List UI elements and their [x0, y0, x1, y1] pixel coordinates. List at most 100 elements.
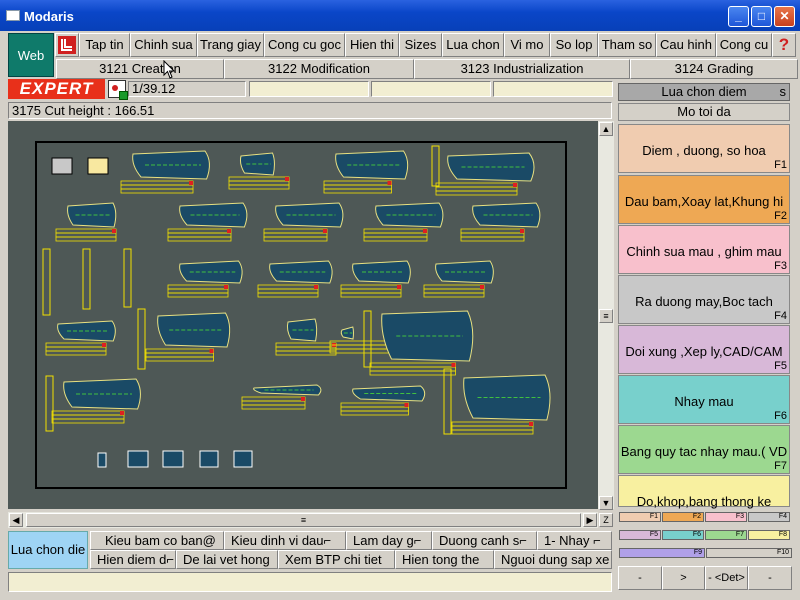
fkey-shortcut: F4 [774, 310, 787, 322]
mini-key-f9[interactable]: F9 [619, 548, 705, 558]
nav-button-2[interactable]: - <Det> [705, 566, 748, 590]
piece-label-box [167, 236, 232, 242]
horizontal-scrollbar[interactable]: ◀ ≡ ▶ [8, 512, 598, 528]
menu-item-7[interactable]: Vi mo [504, 33, 550, 57]
lectra-logo-icon[interactable] [55, 33, 79, 57]
tab-grading[interactable]: 3124 Grading [630, 59, 798, 79]
scroll-thumb-h[interactable]: ≡ [26, 513, 581, 527]
web-button[interactable]: Web [8, 33, 54, 77]
small-pattern-piece[interactable] [97, 452, 107, 468]
small-pattern-piece[interactable] [162, 450, 184, 468]
menu-item-6[interactable]: Lua chon [442, 33, 504, 57]
option-row1-1[interactable]: Kieu dinh vi dau⌐ [224, 531, 346, 550]
small-pattern-piece[interactable] [199, 450, 219, 468]
piece-label-box [120, 188, 194, 194]
sheet-info-icon[interactable] [51, 157, 73, 175]
option-row2-4[interactable]: Nguoi dung sap xe [494, 550, 612, 569]
option-row1-0[interactable]: Kieu bam co ban@ [90, 531, 224, 550]
close-button[interactable]: ✕ [774, 6, 795, 27]
menu-item-10[interactable]: Cau hinh [656, 33, 716, 57]
nav-button-3[interactable]: - [748, 566, 792, 590]
scroll-down-button[interactable]: ▼ [599, 496, 613, 510]
sheet-info-icon[interactable] [87, 157, 109, 175]
piece-label-box [51, 414, 125, 420]
nav-button-1[interactable]: > [662, 566, 705, 590]
menu-item-8[interactable]: So lop [550, 33, 598, 57]
piece-label-box [275, 350, 337, 356]
new-sheet-icon[interactable] [108, 80, 128, 100]
piece-label-box [167, 288, 229, 294]
option-row2-3[interactable]: Hien tong the [395, 550, 494, 569]
piece-label-box [55, 236, 117, 242]
option-row2-0[interactable]: Hien diem d⌐ [90, 550, 176, 569]
fkey-shortcut: F7 [774, 460, 787, 472]
fkey-button-f1[interactable]: Diem , duong, so hoa F1 [618, 124, 790, 173]
maximize-button[interactable]: □ [751, 6, 772, 27]
pattern-piece[interactable] [253, 384, 322, 396]
pattern-piece[interactable] [375, 202, 444, 228]
point-select-mode[interactable]: Lua chon die [8, 531, 88, 569]
window-title: Modaris [24, 9, 74, 24]
menu-item-0[interactable]: Tap tin [79, 33, 130, 57]
piece-marker [480, 285, 484, 289]
pattern-piece[interactable] [179, 202, 248, 228]
fkey-button-f4[interactable]: Ra duong may,Boc tach F4 [618, 275, 790, 324]
scroll-thumb-v[interactable]: ≡ [599, 309, 613, 323]
mini-key-f10[interactable]: F10 [706, 548, 792, 558]
fkey-shortcut: F5 [774, 360, 787, 372]
pattern-piece[interactable] [447, 152, 535, 182]
pattern-piece[interactable] [472, 202, 541, 228]
option-row1-2[interactable]: Lam day g⌐ [346, 531, 432, 550]
fkey-button-f5[interactable]: Doi xung ,Xep ly,CAD/CAM F5 [618, 325, 790, 374]
option-row2-2[interactable]: Xem BTP chi tiet [278, 550, 395, 569]
vertical-scrollbar[interactable]: ▲ ≡ ▼ [598, 121, 614, 510]
fkey-button-f3[interactable]: Chinh sua mau , ghim mau F3 [618, 225, 790, 274]
fkey-button-f8[interactable]: Do,khop,bang thong ke [618, 475, 790, 509]
menu-item-3[interactable]: Cong cu goc [264, 33, 345, 57]
piece-marker [529, 422, 533, 426]
zoom-button[interactable]: Z [599, 513, 613, 527]
mode-title: Lua chon diem s [618, 83, 790, 101]
mini-key-f7[interactable]: F7 [705, 530, 747, 540]
option-row2-1[interactable]: De lai vet hong [176, 550, 278, 569]
drawing-canvas[interactable] [8, 121, 598, 509]
scroll-up-button[interactable]: ▲ [599, 122, 613, 136]
piece-marker [387, 181, 392, 185]
nav-button-0[interactable]: - [618, 566, 662, 590]
scroll-right-button[interactable]: ▶ [583, 513, 597, 527]
small-pattern-piece[interactable] [127, 450, 149, 468]
menu-item-11[interactable]: Cong cu [716, 33, 772, 57]
menu-item-9[interactable]: Tham so [598, 33, 656, 57]
mini-key-f5[interactable]: F5 [619, 530, 661, 540]
menu-item-2[interactable]: Trang giay [197, 33, 264, 57]
tab-creation[interactable]: 3121 Creation [56, 59, 224, 79]
mini-key-f3[interactable]: F3 [705, 512, 747, 522]
pattern-piece[interactable] [239, 152, 275, 176]
piece-label-box [51, 410, 125, 416]
fkey-button-f6[interactable]: Nhay mau F6 [618, 375, 790, 424]
scroll-left-button[interactable]: ◀ [9, 513, 23, 527]
menu-item-4[interactable]: Hien thi [345, 33, 399, 57]
menu-item-5[interactable]: Sizes [399, 33, 442, 57]
mini-key-f8[interactable]: F8 [748, 530, 790, 540]
option-row1-4[interactable]: 1- Nhay ⌐ [537, 531, 612, 550]
fkey-button-f2[interactable]: Dau bam,Xoay lat,Khung hi F2 [618, 175, 790, 224]
mini-key-f4[interactable]: F4 [748, 512, 790, 522]
piece-label-box [435, 186, 518, 192]
mini-key-f2[interactable]: F2 [662, 512, 704, 522]
piece-label-box [451, 429, 534, 435]
help-icon[interactable]: ? [772, 33, 796, 57]
small-pattern-piece[interactable] [233, 450, 253, 468]
tab-industrialization[interactable]: 3123 Industrialization [414, 59, 630, 79]
mini-key-f6[interactable]: F6 [662, 530, 704, 540]
tab-modification[interactable]: 3122 Modification [224, 59, 414, 79]
option-row1-3[interactable]: Duong canh s⌐ [432, 531, 537, 550]
fkey-button-f7[interactable]: Bang quy tac nhay mau.( VD F7 [618, 425, 790, 474]
mo-toi-da-button[interactable]: Mo toi da [618, 103, 790, 121]
pattern-piece[interactable] [275, 202, 344, 228]
menu-item-1[interactable]: Chinh sua [130, 33, 197, 57]
pattern-piece[interactable] [463, 374, 551, 421]
mini-key-f1[interactable]: F1 [619, 512, 661, 522]
piece-label-box [340, 406, 409, 412]
minimize-button[interactable]: _ [728, 6, 749, 27]
